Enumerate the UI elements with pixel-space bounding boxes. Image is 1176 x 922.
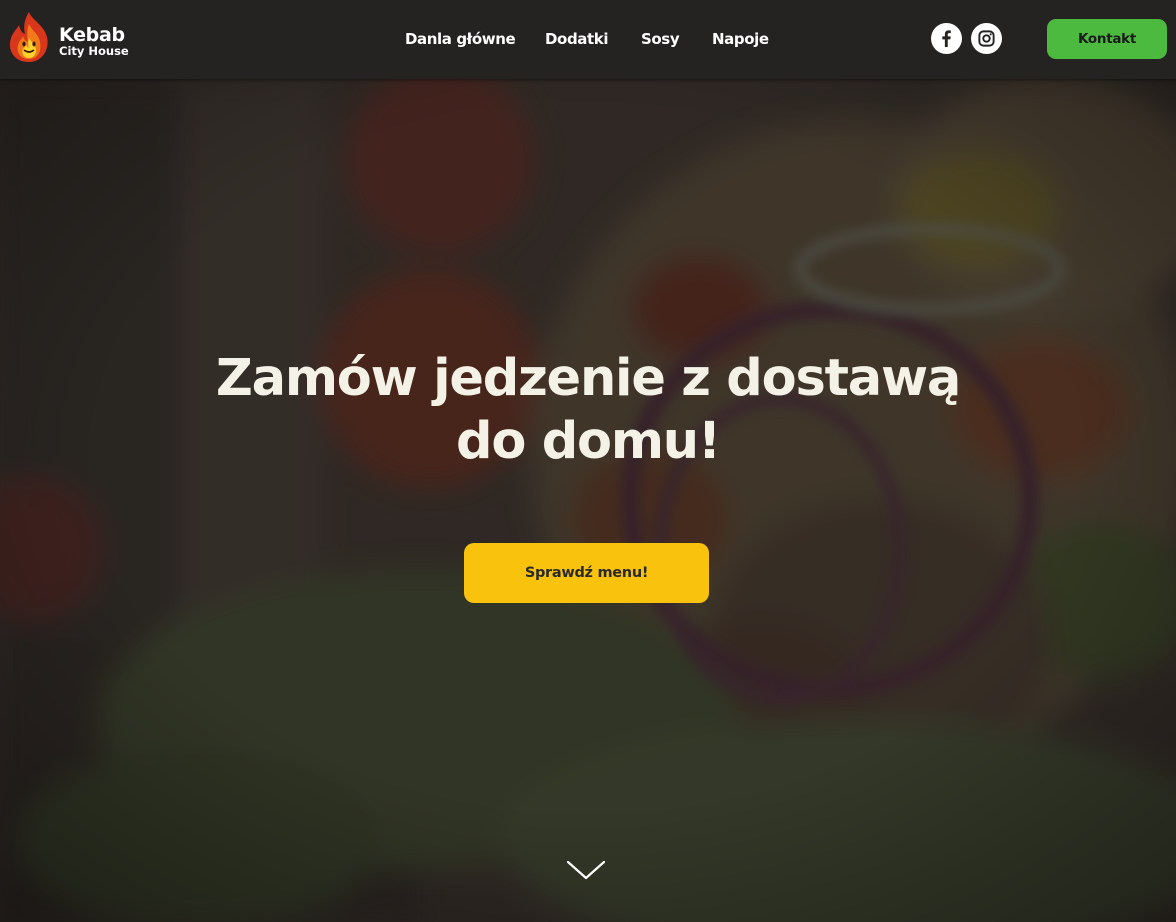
- facebook-link[interactable]: [931, 23, 962, 54]
- nav-item-main-dishes[interactable]: Danla główne: [405, 29, 516, 49]
- hero-background-image: [0, 79, 1176, 922]
- check-menu-button[interactable]: Sprawdź menu!: [464, 543, 709, 603]
- site-header: Kebab City House Danla główne Dodatki So…: [0, 0, 1176, 79]
- instagram-icon: [978, 30, 995, 47]
- hero-section: Zamów jedzenie z dostawą do domu! Sprawd…: [0, 79, 1176, 922]
- nav-item-extras[interactable]: Dodatki: [545, 29, 609, 49]
- hero-title-line-1: Zamów jedzenie z dostawą: [215, 349, 961, 408]
- hero-title: Zamów jedzenie z dostawą do domu!: [0, 347, 1176, 473]
- nav-item-sauces[interactable]: Sosy: [641, 29, 680, 49]
- chevron-down-icon[interactable]: [566, 859, 606, 883]
- nav-item-drinks[interactable]: Napoje: [712, 29, 769, 49]
- instagram-link[interactable]: [971, 23, 1002, 54]
- facebook-icon: [942, 30, 951, 48]
- contact-button[interactable]: Kontakt: [1047, 19, 1167, 59]
- hero-title-line-2: do domu!: [456, 412, 721, 471]
